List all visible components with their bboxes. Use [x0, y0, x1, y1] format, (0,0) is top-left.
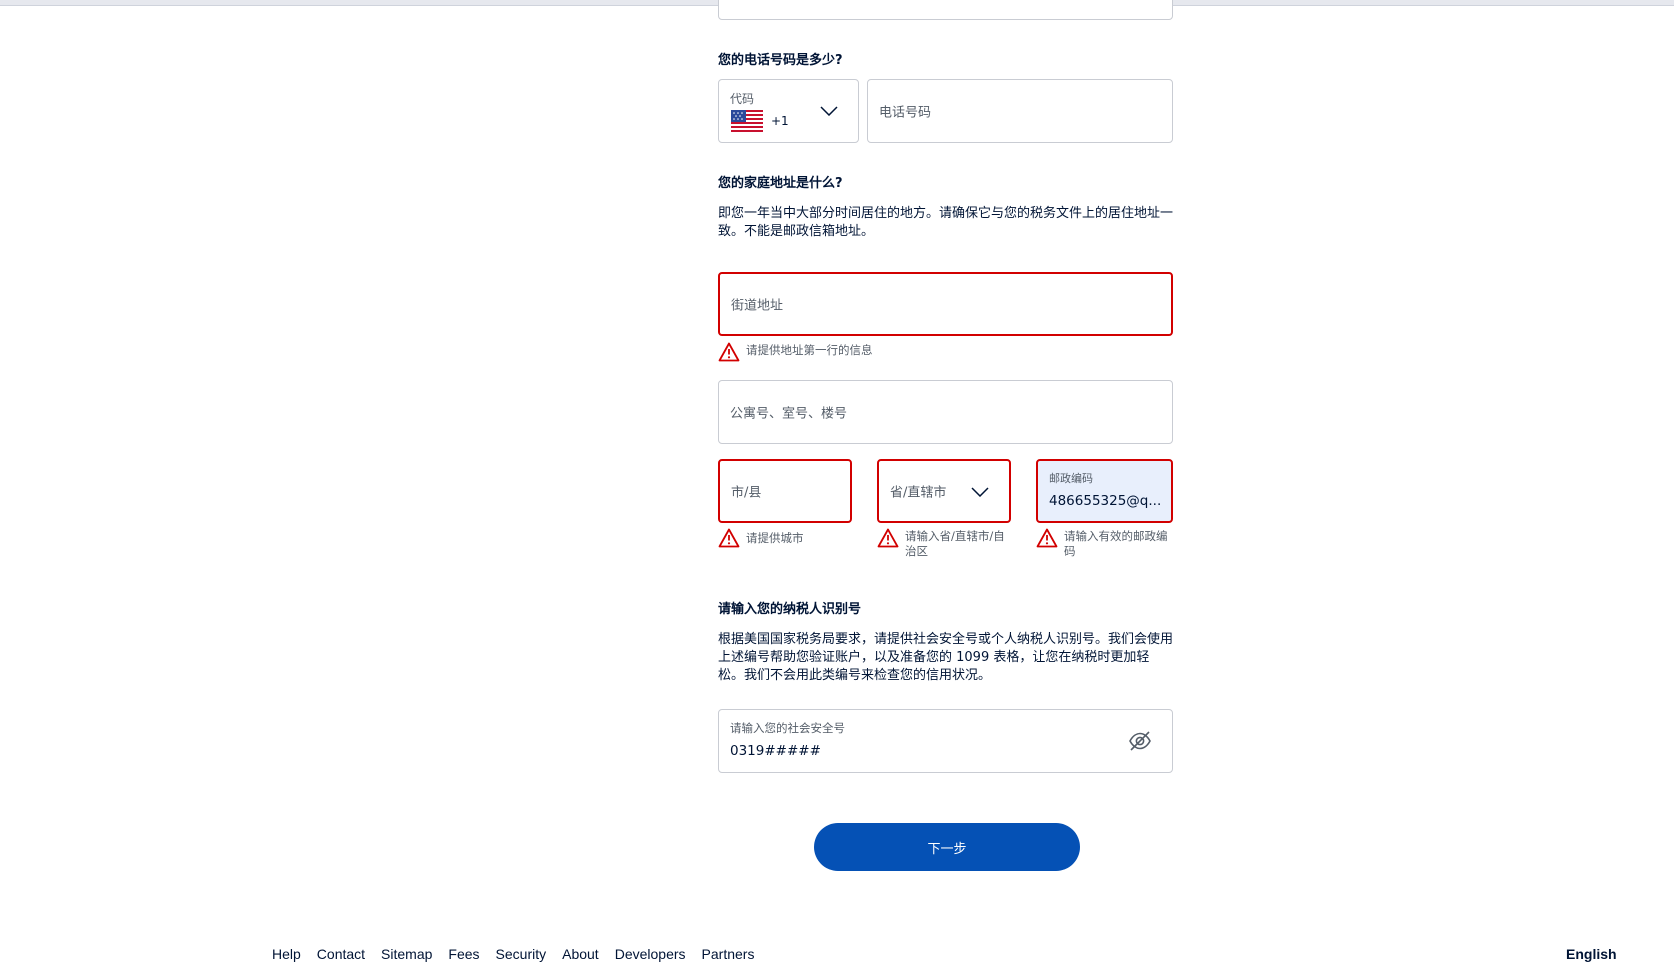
footer-link-help[interactable]: Help [272, 946, 301, 962]
footer-link-fees[interactable]: Fees [448, 946, 479, 962]
footer-links: Help Contact Sitemap Fees Security About… [272, 946, 754, 962]
apartment-input[interactable]: 公寓号、室号、楼号 [718, 380, 1173, 444]
country-code-select[interactable]: 代码 +1 [718, 79, 859, 143]
ssn-label: 请输入您的社会安全号 [730, 721, 845, 735]
state-error: 请输入省/直辖市/自治区 [877, 528, 1011, 568]
warning-icon [718, 528, 740, 548]
next-button[interactable]: 下一步 [814, 823, 1080, 871]
footer-link-sitemap[interactable]: Sitemap [381, 946, 432, 962]
footer-link-security[interactable]: Security [496, 946, 547, 962]
tax-heading: 请输入您的纳税人识别号 [718, 602, 862, 617]
zip-error-text: 请输入有效的邮政编码 [1064, 529, 1168, 558]
state-select[interactable]: 省/直辖市 [877, 459, 1011, 523]
street-address-error-text: 请提供地址第一行的信息 [746, 343, 873, 357]
street-address-input[interactable]: 街道地址 [718, 272, 1173, 336]
phone-number-input[interactable]: 电话号码 [867, 79, 1173, 143]
state-error-text: 请输入省/直辖市/自治区 [905, 529, 1005, 558]
footer-link-partners[interactable]: Partners [702, 946, 755, 962]
street-address-error: 请提供地址第一行的信息 [718, 342, 1173, 364]
warning-icon [877, 528, 899, 548]
address-description: 即您一年当中大部分时间居住的地方。请确保它与您的税务文件上的居住地址一致。不能是… [718, 206, 1174, 239]
language-selector[interactable]: English [1566, 946, 1617, 962]
footer-link-developers[interactable]: Developers [615, 946, 686, 962]
phone-heading: 您的电话号码是多少? [718, 53, 843, 68]
city-input[interactable]: 市/县 [718, 459, 852, 523]
warning-icon [718, 342, 740, 362]
country-code-value: +1 [771, 114, 789, 128]
country-code-label: 代码 [730, 92, 755, 106]
zip-input[interactable]: 邮政编码 486655325@q... [1036, 459, 1173, 523]
ssn-value: 0319##### [730, 743, 821, 759]
state-placeholder: 省/直辖市 [890, 485, 947, 501]
ssn-input[interactable]: 请输入您的社会安全号 0319##### [718, 709, 1173, 773]
zip-value: 486655325@q... [1049, 493, 1162, 509]
previous-field[interactable] [718, 0, 1173, 20]
footer-link-about[interactable]: About [562, 946, 599, 962]
eye-slash-icon[interactable] [1128, 730, 1152, 752]
chevron-down-icon [820, 106, 838, 116]
city-placeholder: 市/县 [731, 485, 762, 501]
apartment-placeholder: 公寓号、室号、楼号 [730, 406, 848, 422]
street-address-placeholder: 街道地址 [731, 298, 784, 314]
chevron-down-icon [971, 487, 989, 497]
city-error: 请提供城市 [718, 528, 852, 568]
tax-description: 根据美国国家税务局要求，请提供社会安全号或个人纳税人识别号。我们会使用上述编号帮… [718, 632, 1174, 683]
us-flag-icon [731, 110, 763, 132]
footer-link-contact[interactable]: Contact [317, 946, 365, 962]
phone-number-placeholder: 电话号码 [879, 105, 932, 121]
zip-error: 请输入有效的邮政编码 [1036, 528, 1173, 568]
address-heading: 您的家庭地址是什么? [718, 176, 843, 191]
warning-icon [1036, 528, 1058, 548]
city-error-text: 请提供城市 [746, 531, 804, 545]
zip-label: 邮政编码 [1049, 472, 1093, 485]
